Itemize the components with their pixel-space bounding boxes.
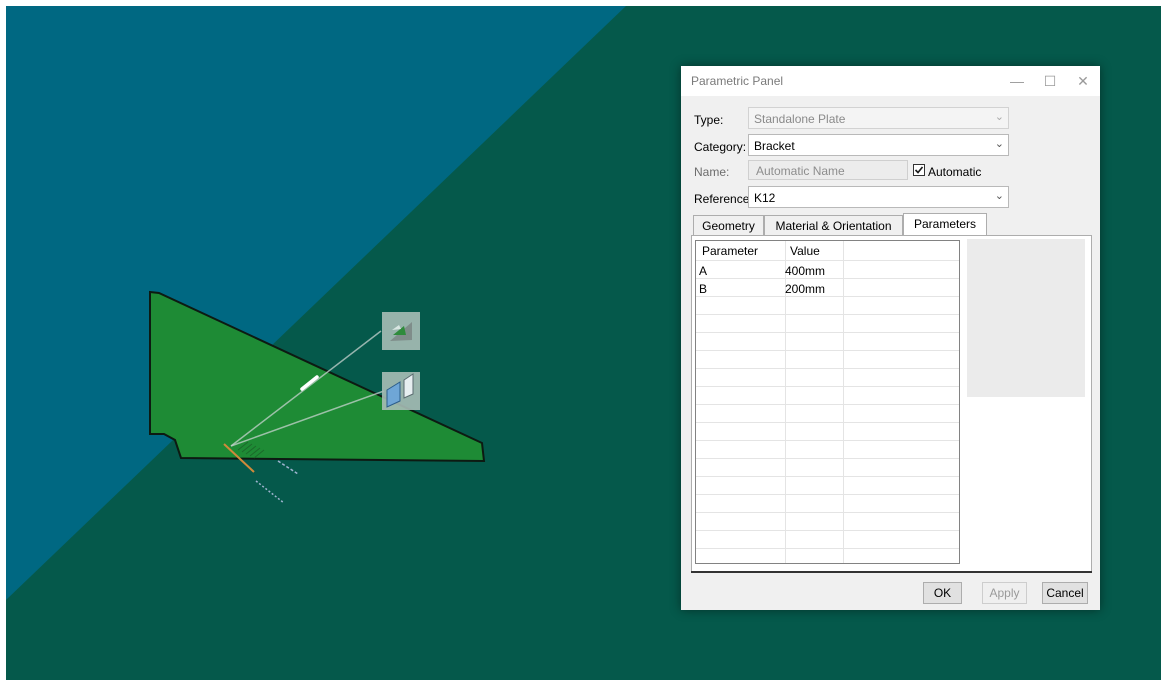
- parameters-table[interactable]: Parameter Value A 400mm B 200mm: [695, 240, 960, 564]
- ok-button[interactable]: OK: [923, 582, 962, 604]
- value-cell[interactable]: 400mm: [785, 264, 825, 278]
- header-parameter: Parameter: [702, 244, 759, 258]
- parameter-cell: B: [699, 282, 708, 296]
- empty-row: [696, 423, 959, 441]
- plane-orientation-icon[interactable]: [382, 372, 420, 410]
- cancel-button[interactable]: Cancel: [1042, 582, 1088, 604]
- minimize-icon[interactable]: —: [1000, 66, 1034, 96]
- tab-parameters[interactable]: Parameters: [903, 213, 987, 237]
- empty-row: [696, 297, 959, 315]
- reference-label: Reference:: [694, 192, 753, 206]
- empty-row: [696, 405, 959, 423]
- empty-row: [696, 531, 959, 549]
- empty-row: [696, 495, 959, 513]
- empty-row: [696, 441, 959, 459]
- header-value: Value: [790, 244, 820, 258]
- tab-geometry[interactable]: Geometry: [693, 215, 764, 237]
- close-icon[interactable]: ✕: [1066, 66, 1100, 96]
- name-value: Automatic Name: [756, 164, 845, 178]
- parametric-panel-dialog: Parametric Panel — ☐ ✕ Type: Standalone …: [681, 66, 1100, 610]
- table-row[interactable]: A 400mm: [696, 261, 959, 279]
- empty-row: [696, 477, 959, 495]
- dialog-title: Parametric Panel: [691, 74, 784, 88]
- category-value: Bracket: [754, 139, 795, 153]
- name-label: Name:: [694, 165, 730, 179]
- bend-plate-icon[interactable]: [382, 312, 420, 350]
- automatic-label: Automatic: [928, 165, 982, 179]
- chevron-down-icon: ⌄: [994, 190, 1004, 202]
- maximize-icon[interactable]: ☐: [1033, 66, 1067, 96]
- title-bar[interactable]: Parametric Panel — ☐ ✕: [681, 66, 1100, 96]
- value-cell[interactable]: 200mm: [785, 282, 825, 296]
- reference-value: K12: [754, 191, 776, 205]
- type-dropdown[interactable]: Standalone Plate ⌄: [748, 107, 1009, 129]
- empty-row: [696, 369, 959, 387]
- empty-row: [696, 315, 959, 333]
- tab-material-orientation[interactable]: Material & Orientation: [764, 215, 903, 237]
- parameter-cell: A: [699, 264, 708, 278]
- reference-dropdown[interactable]: K12 ⌄: [748, 186, 1009, 208]
- table-header: Parameter Value: [696, 241, 959, 261]
- chevron-down-icon: ⌄: [994, 138, 1004, 150]
- type-value: Standalone Plate: [754, 112, 846, 126]
- automatic-checkbox[interactable]: [913, 164, 925, 176]
- parameter-preview-panel: [967, 239, 1085, 397]
- checkmark-icon: [914, 166, 924, 174]
- table-row[interactable]: B 200mm: [696, 279, 959, 297]
- empty-row: [696, 333, 959, 351]
- empty-row: [696, 387, 959, 405]
- category-dropdown[interactable]: Bracket ⌄: [748, 134, 1009, 156]
- empty-row: [696, 513, 959, 531]
- apply-button[interactable]: Apply: [982, 582, 1027, 604]
- empty-row: [696, 351, 959, 369]
- tab-panel-bottom-border: [691, 571, 1092, 573]
- name-field[interactable]: Automatic Name: [748, 160, 908, 180]
- empty-row: [696, 459, 959, 477]
- type-label: Type:: [694, 113, 724, 127]
- category-label: Category:: [694, 140, 747, 154]
- chevron-down-icon: ⌄: [994, 111, 1004, 123]
